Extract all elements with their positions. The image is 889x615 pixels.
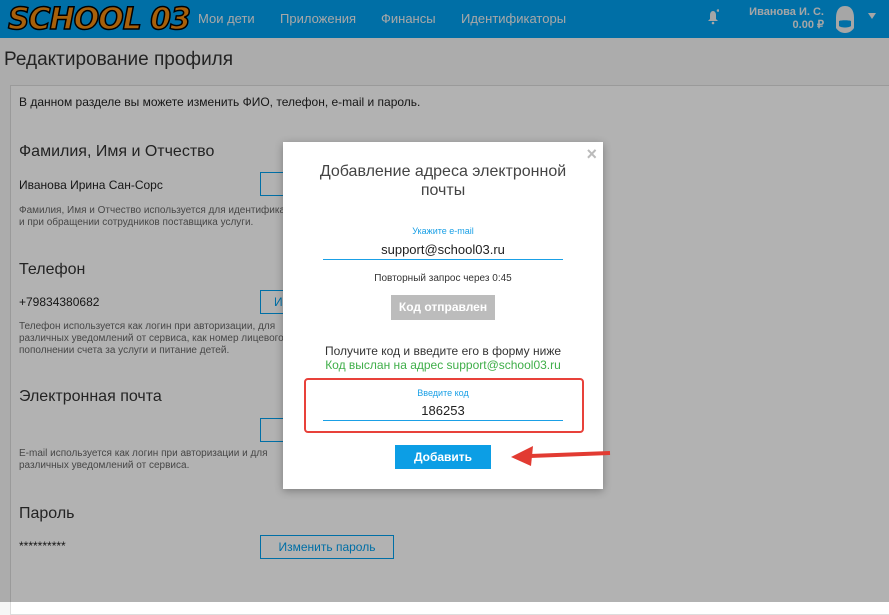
close-icon[interactable]: × — [586, 144, 597, 165]
email-label: Укажите e-mail — [412, 226, 474, 236]
add-email-dialog: × Добавление адреса электронной почты Ук… — [283, 142, 603, 489]
retry-timer: Повторный запрос через 0:45 — [374, 273, 512, 284]
code-sent-notice: Код выслан на адрес support@school03.ru — [325, 358, 561, 372]
add-button[interactable]: Добавить — [395, 445, 491, 469]
instruction-text: Получите код и введите его в форму ниже К… — [283, 344, 603, 372]
code-label: Введите код — [417, 388, 469, 398]
arrow-annotation-icon — [511, 446, 611, 466]
dialog-title: Добавление адреса электронной почты — [319, 163, 567, 199]
code-input[interactable] — [323, 401, 563, 421]
code-sent-button[interactable]: Код отправлен — [391, 295, 495, 320]
email-input[interactable] — [323, 240, 563, 260]
hint-line: Получите код и введите его в форму ниже — [324, 344, 562, 358]
